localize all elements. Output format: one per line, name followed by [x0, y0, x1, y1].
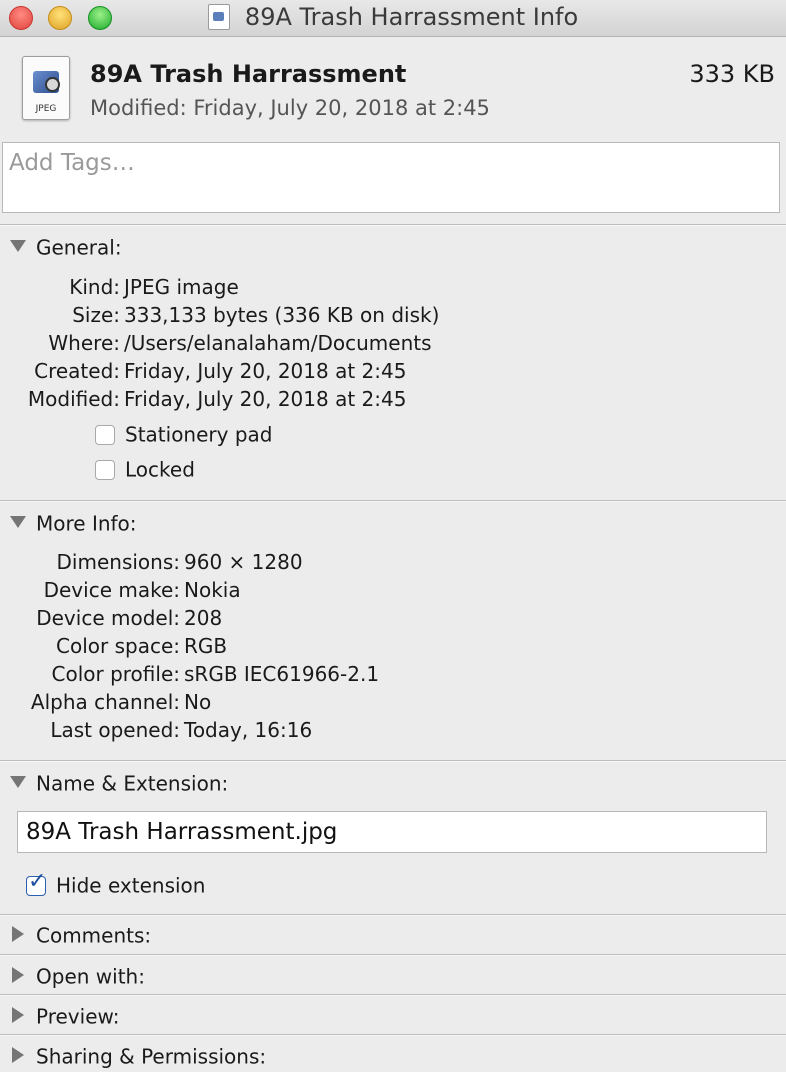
general-field-label: Where:	[48, 331, 120, 355]
more-info-field-row: Dimensions: 960 × 1280	[0, 550, 303, 574]
divider	[0, 500, 786, 502]
disclosure-triangle-expanded-icon	[10, 239, 26, 252]
hide-extension-checkbox[interactable]	[26, 869, 46, 896]
divider	[0, 760, 786, 762]
locked-checkbox[interactable]	[95, 459, 115, 480]
more-info-field-label: Color profile:	[51, 662, 181, 686]
file-name: 89A Trash Harrassment	[90, 60, 407, 88]
divider	[0, 1034, 786, 1036]
section-open-with-heading: Open with:	[36, 964, 145, 989]
title-bar[interactable]: 89A Trash Harrassment Info	[0, 0, 786, 37]
stationery-pad-checkbox-row[interactable]: Stationery pad	[95, 421, 272, 447]
jpeg-document-icon: JPEG	[22, 56, 70, 120]
more-info-field-label: Device make:	[43, 578, 180, 602]
more-info-field-label: Color space:	[56, 634, 180, 658]
jpeg-file-icon	[207, 4, 230, 30]
section-more-info-toggle[interactable]: More Info:	[10, 510, 137, 536]
more-info-field-label: Dimensions:	[56, 550, 180, 574]
more-info-field-value: Today, 16:16	[184, 718, 313, 742]
disclosure-triangle-collapsed-icon	[12, 1046, 24, 1063]
divider	[0, 914, 786, 916]
section-comments-heading: Comments:	[36, 923, 152, 948]
more-info-field-label: Alpha channel:	[30, 690, 180, 714]
more-info-field-value: 208	[184, 606, 223, 630]
window-title-wrap: 89A Trash Harrassment Info	[0, 3, 786, 31]
general-field-value: /Users/elanalaham/Documents	[124, 331, 432, 355]
more-info-field-value: Nokia	[184, 578, 241, 602]
section-name-extension-heading: Name & Extension:	[36, 771, 229, 796]
more-info-field-value: RGB	[184, 634, 228, 658]
disclosure-triangle-collapsed-icon	[12, 1006, 24, 1023]
window-title: 89A Trash Harrassment Info	[244, 3, 579, 31]
disclosure-triangle-expanded-icon	[10, 775, 26, 788]
general-field-value: 333,133 bytes (336 KB on disk)	[124, 303, 440, 327]
section-open-with-toggle[interactable]: Open with:	[10, 963, 145, 989]
general-field-value: JPEG image	[124, 275, 239, 299]
section-preview-toggle[interactable]: Preview:	[10, 1003, 120, 1029]
more-info-field-value: sRGB IEC61966-2.1	[184, 662, 380, 686]
general-field-label: Kind:	[69, 275, 120, 299]
more-info-field-row: Device make: Nokia	[0, 578, 241, 602]
general-field-value: Friday, July 20, 2018 at 2:45	[124, 359, 407, 383]
section-general-toggle[interactable]: General:	[10, 234, 122, 260]
disclosure-triangle-collapsed-icon	[12, 925, 24, 942]
more-info-field-label: Device model:	[36, 606, 180, 630]
stationery-pad-checkbox[interactable]	[95, 424, 115, 445]
general-field-row: Created: Friday, July 20, 2018 at 2:45	[0, 359, 406, 383]
tags-input[interactable]	[7, 149, 771, 177]
more-info-field-label: Last opened:	[50, 718, 180, 742]
more-info-field-row: Last opened: Today, 16:16	[0, 718, 312, 742]
general-field-row: Size: 333,133 bytes (336 KB on disk)	[0, 303, 439, 327]
section-general-heading: General:	[36, 235, 122, 260]
file-modified-date: Modified: Friday, July 20, 2018 at 2:45	[90, 96, 490, 120]
more-info-field-row: Alpha channel: No	[0, 690, 211, 714]
section-comments-toggle[interactable]: Comments:	[10, 922, 151, 948]
file-name-input[interactable]	[17, 811, 767, 853]
disclosure-triangle-collapsed-icon	[12, 966, 24, 983]
general-field-row: Modified: Friday, July 20, 2018 at 2:45	[0, 387, 407, 411]
more-info-field-row: Color profile: sRGB IEC61966-2.1	[0, 662, 380, 686]
general-field-label: Modified:	[27, 387, 120, 411]
locked-checkbox-row[interactable]: Locked	[95, 456, 195, 482]
more-info-field-row: Device model: 208	[0, 606, 222, 630]
file-size: 333 KB	[689, 60, 775, 88]
section-preview-heading: Preview:	[36, 1004, 120, 1029]
tags-field[interactable]	[2, 142, 780, 213]
locked-label: Locked	[125, 457, 195, 482]
section-sharing-permissions-heading: Sharing & Permissions:	[36, 1044, 267, 1069]
more-info-field-row: Color space: RGB	[0, 634, 227, 658]
general-field-row: Where:/Users/elanalaham/Documents	[0, 331, 432, 355]
hide-extension-checkbox-row[interactable]: Hide extension	[26, 869, 206, 898]
file-type-label: JPEG	[35, 104, 57, 114]
divider	[0, 224, 786, 226]
divider	[0, 954, 786, 956]
stationery-pad-label: Stationery pad	[125, 422, 273, 447]
more-info-field-value: 960 × 1280	[184, 550, 303, 574]
general-field-label: Size:	[72, 303, 120, 327]
section-more-info-heading: More Info:	[36, 511, 137, 536]
divider	[0, 994, 786, 996]
more-info-field-value: No	[184, 690, 212, 714]
preview-image-icon	[33, 71, 60, 93]
general-field-label: Created:	[34, 359, 120, 383]
disclosure-triangle-expanded-icon	[10, 515, 26, 528]
section-sharing-permissions-toggle[interactable]: Sharing & Permissions:	[10, 1043, 266, 1069]
general-field-row: Kind: JPEG image	[0, 275, 239, 299]
hide-extension-label: Hide extension	[56, 873, 206, 898]
general-field-value: Friday, July 20, 2018 at 2:45	[124, 387, 407, 411]
section-name-extension-toggle[interactable]: Name & Extension:	[10, 770, 228, 796]
